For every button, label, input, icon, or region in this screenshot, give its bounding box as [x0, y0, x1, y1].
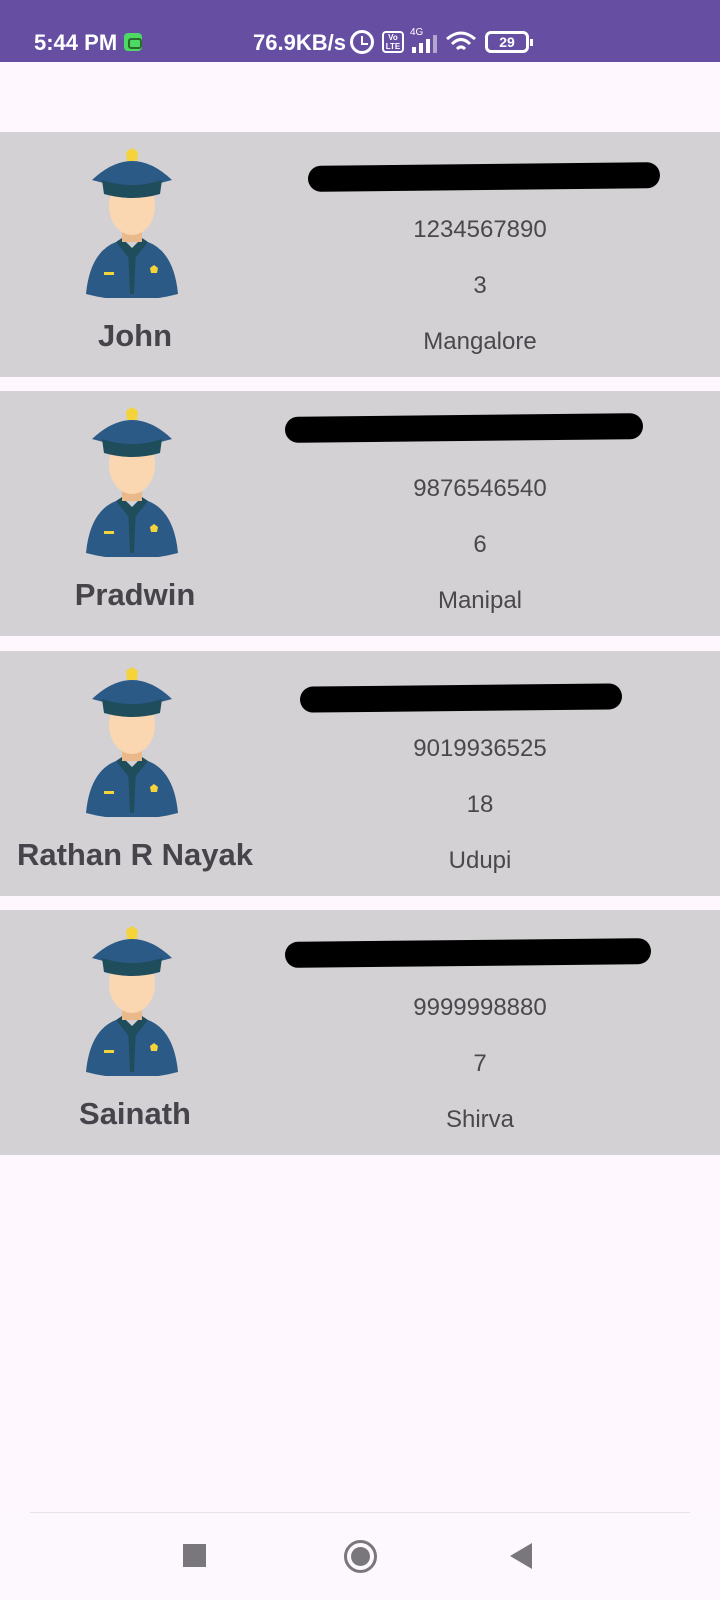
officer-card[interactable]: John 1234567890 3 Mangalore	[0, 132, 720, 377]
redacted-email	[284, 413, 644, 443]
officer-phone: 9019936525	[413, 735, 547, 762]
officer-count: 3	[473, 272, 487, 299]
officer-city: Shirva	[445, 1106, 515, 1133]
officer-card[interactable]: Sainath 9999998880 7 Shirva	[0, 910, 720, 1155]
officer-name: Sainath	[79, 1096, 191, 1131]
status-time: 5:44 PM	[34, 30, 118, 55]
status-bar: 5:44 PM 76.9KB/s Vo LTE 4G 29	[0, 0, 720, 62]
redacted-email	[299, 683, 623, 713]
police-officer-avatar-icon	[82, 663, 182, 819]
officer-card[interactable]: Pradwin 9876546540 6 Manipal	[0, 391, 720, 636]
alarm-icon	[350, 30, 374, 54]
battery-icon: 29	[485, 31, 533, 53]
status-icons: Vo LTE 4G 29	[350, 27, 533, 56]
redacted-email	[307, 162, 661, 192]
signal-icon: 4G	[410, 27, 437, 53]
police-officer-avatar-icon	[82, 922, 182, 1078]
officer-count: 6	[473, 531, 487, 558]
officer-phone: 1234567890	[413, 216, 547, 243]
officer-name: John	[97, 318, 173, 353]
officer-phone: 9876546540	[413, 475, 547, 502]
officer-city: Mangalore	[423, 328, 537, 355]
officer-count: 18	[466, 791, 494, 818]
officer-name: Pradwin	[74, 577, 196, 612]
police-officer-avatar-icon	[82, 144, 182, 300]
app-notification-icon	[124, 33, 142, 51]
back-triangle-icon[interactable]	[510, 1543, 532, 1569]
officer-card[interactable]: Rathan R Nayak 9019936525 18 Udupi	[0, 651, 720, 896]
network-speed: 76.9KB/s	[253, 30, 346, 55]
wifi-icon	[446, 31, 476, 51]
network-type: 4G	[410, 27, 424, 38]
officer-count: 7	[473, 1050, 487, 1077]
officer-name: Rathan R Nayak	[16, 837, 254, 872]
officer-city: Udupi	[448, 847, 512, 874]
home-circle-icon[interactable]	[344, 1540, 377, 1573]
officer-phone: 9999998880	[413, 994, 547, 1021]
volte-icon: Vo LTE	[382, 31, 404, 53]
redacted-email	[284, 938, 652, 968]
recents-square-icon[interactable]	[183, 1544, 206, 1567]
officer-city: Manipal	[437, 587, 523, 614]
police-officer-avatar-icon	[82, 403, 182, 559]
